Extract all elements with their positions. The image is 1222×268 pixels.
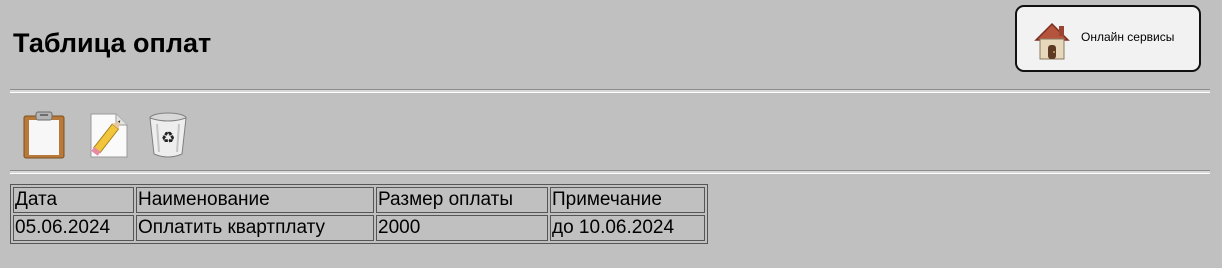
edit-icon — [90, 113, 128, 158]
cell-name: Оплатить квартплату — [136, 215, 374, 241]
clipboard-button[interactable] — [21, 110, 67, 160]
payments-table: Дата Наименование Размер оплаты Примечан… — [10, 184, 708, 244]
column-header-name: Наименование — [136, 187, 374, 213]
page: Таблица оплат Онлайн сервисы ♻ Дата Наим… — [0, 0, 1222, 268]
top-divider — [10, 89, 1210, 93]
delete-button[interactable]: ♻ — [145, 110, 191, 160]
recycle-bin-icon: ♻ — [149, 112, 187, 158]
house-icon — [1030, 18, 1074, 62]
online-services-label: Онлайн сервисы — [1081, 30, 1175, 44]
column-header-amount: Размер оплаты — [376, 187, 548, 213]
cell-date: 05.06.2024 — [13, 215, 134, 241]
page-title: Таблица оплат — [13, 28, 212, 58]
bottom-divider — [10, 170, 1210, 174]
cell-amount: 2000 — [376, 215, 548, 241]
table-header-row: Дата Наименование Размер оплаты Примечан… — [13, 187, 705, 213]
edit-button[interactable] — [86, 110, 132, 160]
column-header-note: Примечание — [550, 187, 705, 213]
svg-text:♻: ♻ — [161, 128, 175, 147]
clipboard-icon — [23, 111, 65, 159]
online-services-button[interactable]: Онлайн сервисы — [1015, 5, 1201, 72]
cell-note: до 10.06.2024 — [550, 215, 705, 241]
table-row[interactable]: 05.06.2024 Оплатить квартплату 2000 до 1… — [13, 215, 705, 241]
column-header-date: Дата — [13, 187, 134, 213]
